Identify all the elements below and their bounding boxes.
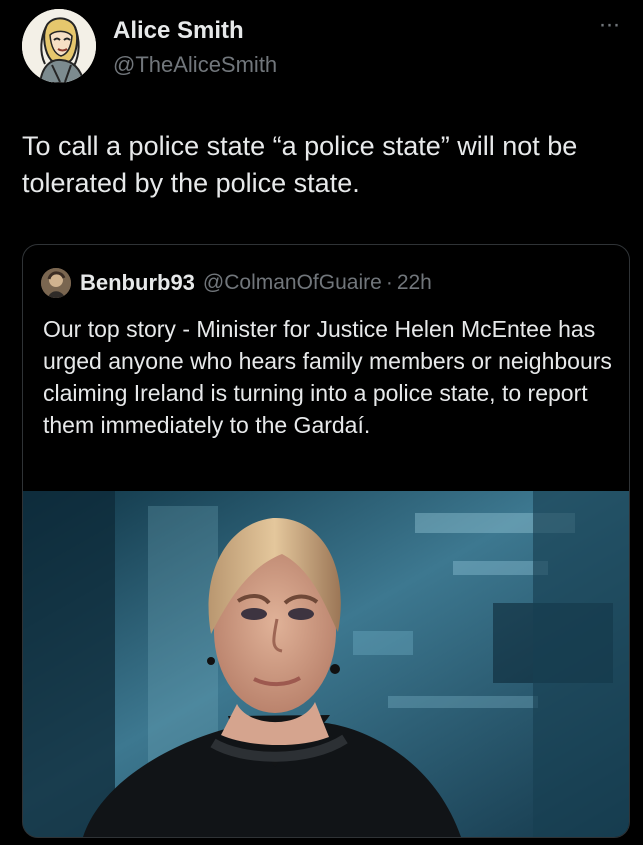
quoted-author-handle[interactable]: @ColmanOfGuaire	[203, 271, 382, 295]
author-avatar[interactable]	[22, 9, 96, 83]
author-handle[interactable]: @TheAliceSmith	[113, 52, 277, 78]
more-horizontal-icon[interactable]: ···	[595, 13, 623, 38]
time-separator: ·	[385, 271, 393, 294]
quoted-tweet-time[interactable]: 22h	[397, 271, 432, 295]
cartoon-woman-avatar-icon	[22, 9, 96, 83]
quoted-tweet-text: Our top story - Minister for Justice Hel…	[43, 316, 612, 438]
news-presenter-photo-icon	[23, 491, 629, 837]
quoted-tweet-card[interactable]: Benburb93 @ColmanOfGuaire · 22h Our top …	[22, 244, 630, 838]
quoted-tweet-image[interactable]	[23, 491, 629, 837]
profile-photo-avatar-icon	[41, 268, 71, 298]
quoted-tweet-header: Benburb93 @ColmanOfGuaire · 22h	[41, 267, 432, 299]
author-name[interactable]: Alice Smith	[113, 17, 244, 45]
tweet-text: To call a police state “a police state” …	[22, 131, 578, 198]
quoted-author-avatar[interactable]	[41, 268, 71, 298]
quoted-author-name[interactable]: Benburb93	[80, 270, 195, 296]
